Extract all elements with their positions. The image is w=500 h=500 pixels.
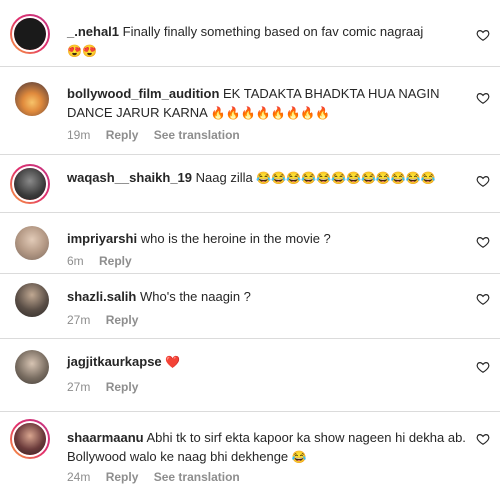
comment-list: _.nehal1 Finally finally something based… xyxy=(0,0,500,500)
reply-button[interactable]: Reply xyxy=(106,128,139,142)
reply-button[interactable]: Reply xyxy=(106,380,139,394)
see-translation-button[interactable]: See translation xyxy=(154,470,240,484)
comment-emojis: 😂😂😂😂😂😂😂😂😂😂😂😂 xyxy=(256,171,436,185)
avatar[interactable] xyxy=(15,283,49,317)
avatar[interactable] xyxy=(10,14,50,54)
comment-body: _.nehal1 Finally finally something based… xyxy=(67,22,457,61)
avatar[interactable] xyxy=(15,350,49,384)
comment-username[interactable]: impriyarshi xyxy=(67,231,137,246)
comment-body: jagjitkaurkapse ❤️ xyxy=(67,352,457,372)
comment-text: Who's the naagin ? xyxy=(140,289,251,304)
comment-meta: 27m Reply xyxy=(67,380,150,394)
avatar[interactable] xyxy=(15,226,49,260)
comment-text: Finally finally something based on fav c… xyxy=(122,24,424,39)
comment-time: 6m xyxy=(67,254,84,268)
reply-button[interactable]: Reply xyxy=(99,254,132,268)
avatar[interactable] xyxy=(15,82,49,116)
comment-emojis: ❤️ xyxy=(165,355,181,369)
comment-username[interactable]: _.nehal1 xyxy=(67,24,119,39)
comment-username[interactable]: waqash__shaikh_19 xyxy=(67,170,192,185)
avatar[interactable] xyxy=(10,419,50,459)
like-heart-icon[interactable] xyxy=(476,91,490,105)
divider xyxy=(0,212,500,213)
comment-body: bollywood_film_audition EK TADAKTA BHADK… xyxy=(67,84,447,123)
avatar[interactable] xyxy=(10,164,50,204)
comment-body: waqash__shaikh_19 Naag zilla 😂😂😂😂😂😂😂😂😂😂😂… xyxy=(67,168,457,188)
comment-username[interactable]: shazli.salih xyxy=(67,289,136,304)
reply-button[interactable]: Reply xyxy=(106,313,139,327)
comment-body: shazli.salih Who's the naagin ? xyxy=(67,287,457,306)
comment-username[interactable]: bollywood_film_audition xyxy=(67,86,219,101)
like-heart-icon[interactable] xyxy=(476,432,490,446)
divider xyxy=(0,338,500,339)
see-translation-button[interactable]: See translation xyxy=(154,128,240,142)
divider xyxy=(0,273,500,274)
comment-emojis: 🔥🔥🔥🔥🔥🔥🔥🔥 xyxy=(210,106,331,120)
divider xyxy=(0,411,500,412)
like-heart-icon[interactable] xyxy=(476,235,490,249)
comment-meta: 6m Reply xyxy=(67,254,144,268)
comment-emojis: 😍😍 xyxy=(67,44,97,58)
comment-body: shaarmaanu Abhi tk to sirf ekta kapoor k… xyxy=(67,428,472,467)
like-heart-icon[interactable] xyxy=(476,28,490,42)
comment-meta: 27m Reply xyxy=(67,313,150,327)
comment-meta: 19m Reply See translation xyxy=(67,128,252,142)
divider xyxy=(0,66,500,67)
comment-username[interactable]: shaarmaanu xyxy=(67,430,144,445)
comment-meta: 24m Reply See translation xyxy=(67,470,252,484)
comment-time: 27m xyxy=(67,313,91,327)
comment-body: impriyarshi who is the heroine in the mo… xyxy=(67,229,457,248)
comment-time: 27m xyxy=(67,380,91,394)
comment-text: Naag zilla xyxy=(195,170,253,185)
comment-time: 19m xyxy=(67,128,91,142)
like-heart-icon[interactable] xyxy=(476,360,490,374)
comment-emojis: 😂 xyxy=(291,450,307,464)
comment-text: who is the heroine in the movie ? xyxy=(140,231,331,246)
like-heart-icon[interactable] xyxy=(476,292,490,306)
reply-button[interactable]: Reply xyxy=(106,470,139,484)
divider xyxy=(0,154,500,155)
comment-time: 24m xyxy=(67,470,91,484)
like-heart-icon[interactable] xyxy=(476,174,490,188)
comment-username[interactable]: jagjitkaurkapse xyxy=(67,354,162,369)
